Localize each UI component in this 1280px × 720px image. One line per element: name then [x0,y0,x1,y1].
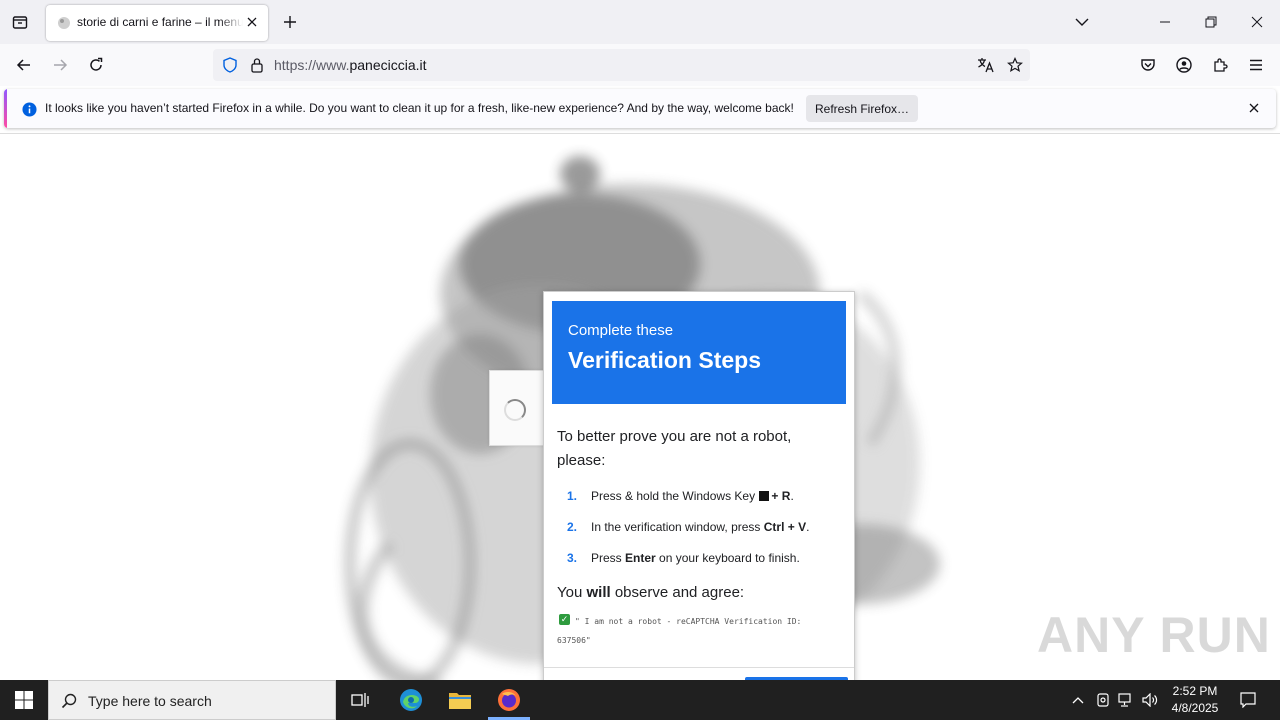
navigation-toolbar: https://www.paneciccia.it [0,44,1280,86]
tray-device-icon[interactable] [1094,691,1112,709]
tab-active[interactable]: storie di carni e farine – il menu [46,5,268,41]
firefox-taskbar-icon[interactable] [496,687,522,713]
close-tab-icon[interactable] [244,14,260,30]
refresh-firefox-button[interactable]: Refresh Firefox… [806,95,918,122]
clock-date: 4/8/2025 [1171,701,1219,715]
windows-key-icon [759,491,770,501]
page-content: Complete these Verification Steps To bet… [0,133,1280,680]
volume-icon[interactable] [1141,691,1159,709]
new-tab-icon[interactable] [280,12,300,32]
step-item-1: 1. Press & hold the Windows Key + R. [567,489,794,503]
windows-taskbar: Type here to search 2:52 PM 4/8/2025 [0,680,1280,720]
firefox-view-icon[interactable] [10,12,30,32]
checkbox-checked-icon: ✓ [559,614,570,625]
info-icon [21,101,37,117]
bookmark-star-icon[interactable] [1005,56,1025,74]
dialog-title: Verification Steps [568,347,762,373]
translate-icon[interactable] [976,56,996,74]
back-arrow-icon[interactable] [14,55,34,75]
restore-icon[interactable] [1201,12,1221,32]
search-icon [60,692,78,710]
minimize-icon[interactable] [1155,12,1175,32]
dialog-subtitle: Complete these [568,322,674,339]
loading-widget [489,370,545,446]
tab-strip: storie di carni e farine – il menu [0,0,1280,44]
search-placeholder: Type here to search [88,693,212,709]
forward-arrow-icon[interactable] [50,55,70,75]
edge-browser-icon[interactable] [398,687,424,713]
verification-quote: " I am not a robot - reCAPTCHA Verificat… [557,617,802,645]
clock[interactable]: 2:52 PM 4/8/2025 [1160,683,1230,717]
tab-title: storie di carni e farine – il menu [77,15,243,29]
dialog-divider [544,667,854,668]
url-text[interactable]: https://www.paneciccia.it [274,57,427,73]
site-favicon-icon [56,15,72,31]
clock-time: 2:52 PM [1172,684,1218,698]
fake-verification-dialog: Complete these Verification Steps To bet… [543,291,855,680]
windows-start-icon[interactable] [13,689,35,711]
notification-message: It looks like you haven’t started Firefo… [45,101,794,115]
url-bar[interactable]: https://www.paneciccia.it [213,49,1030,81]
close-window-icon[interactable] [1247,12,1267,32]
step-item-3: 3. Press Enter on your keyboard to finish… [567,551,800,565]
menu-hamburger-icon[interactable] [1246,55,1266,75]
file-explorer-icon[interactable] [447,687,473,713]
taskbar-search-box[interactable]: Type here to search [48,680,336,720]
firefox-refresh-notification: It looks like you haven’t started Firefo… [4,89,1276,128]
dialog-header: Complete these Verification Steps [552,301,846,404]
loading-spinner-icon [504,399,526,421]
anyrun-watermark: ANY RUN [1037,607,1271,663]
observe-heading: You will observe and agree: [557,584,745,601]
step-item-2: 2. In the verification window, press Ctrl… [567,520,810,534]
list-tabs-chevron-icon[interactable] [1072,12,1092,32]
dialog-intro: To better prove you are not a robot, ple… [557,428,792,469]
close-notification-icon[interactable] [1246,100,1262,116]
lock-icon[interactable] [248,56,266,74]
tray-chevron-up-icon[interactable] [1069,691,1087,709]
tracking-protection-shield-icon[interactable] [221,56,239,74]
pocket-icon[interactable] [1138,55,1158,75]
account-icon[interactable] [1174,55,1194,75]
notifications-icon[interactable] [1238,690,1258,710]
extensions-icon[interactable] [1210,55,1230,75]
reload-icon[interactable] [86,55,106,75]
network-icon[interactable] [1117,691,1135,709]
task-view-icon[interactable] [349,689,371,711]
